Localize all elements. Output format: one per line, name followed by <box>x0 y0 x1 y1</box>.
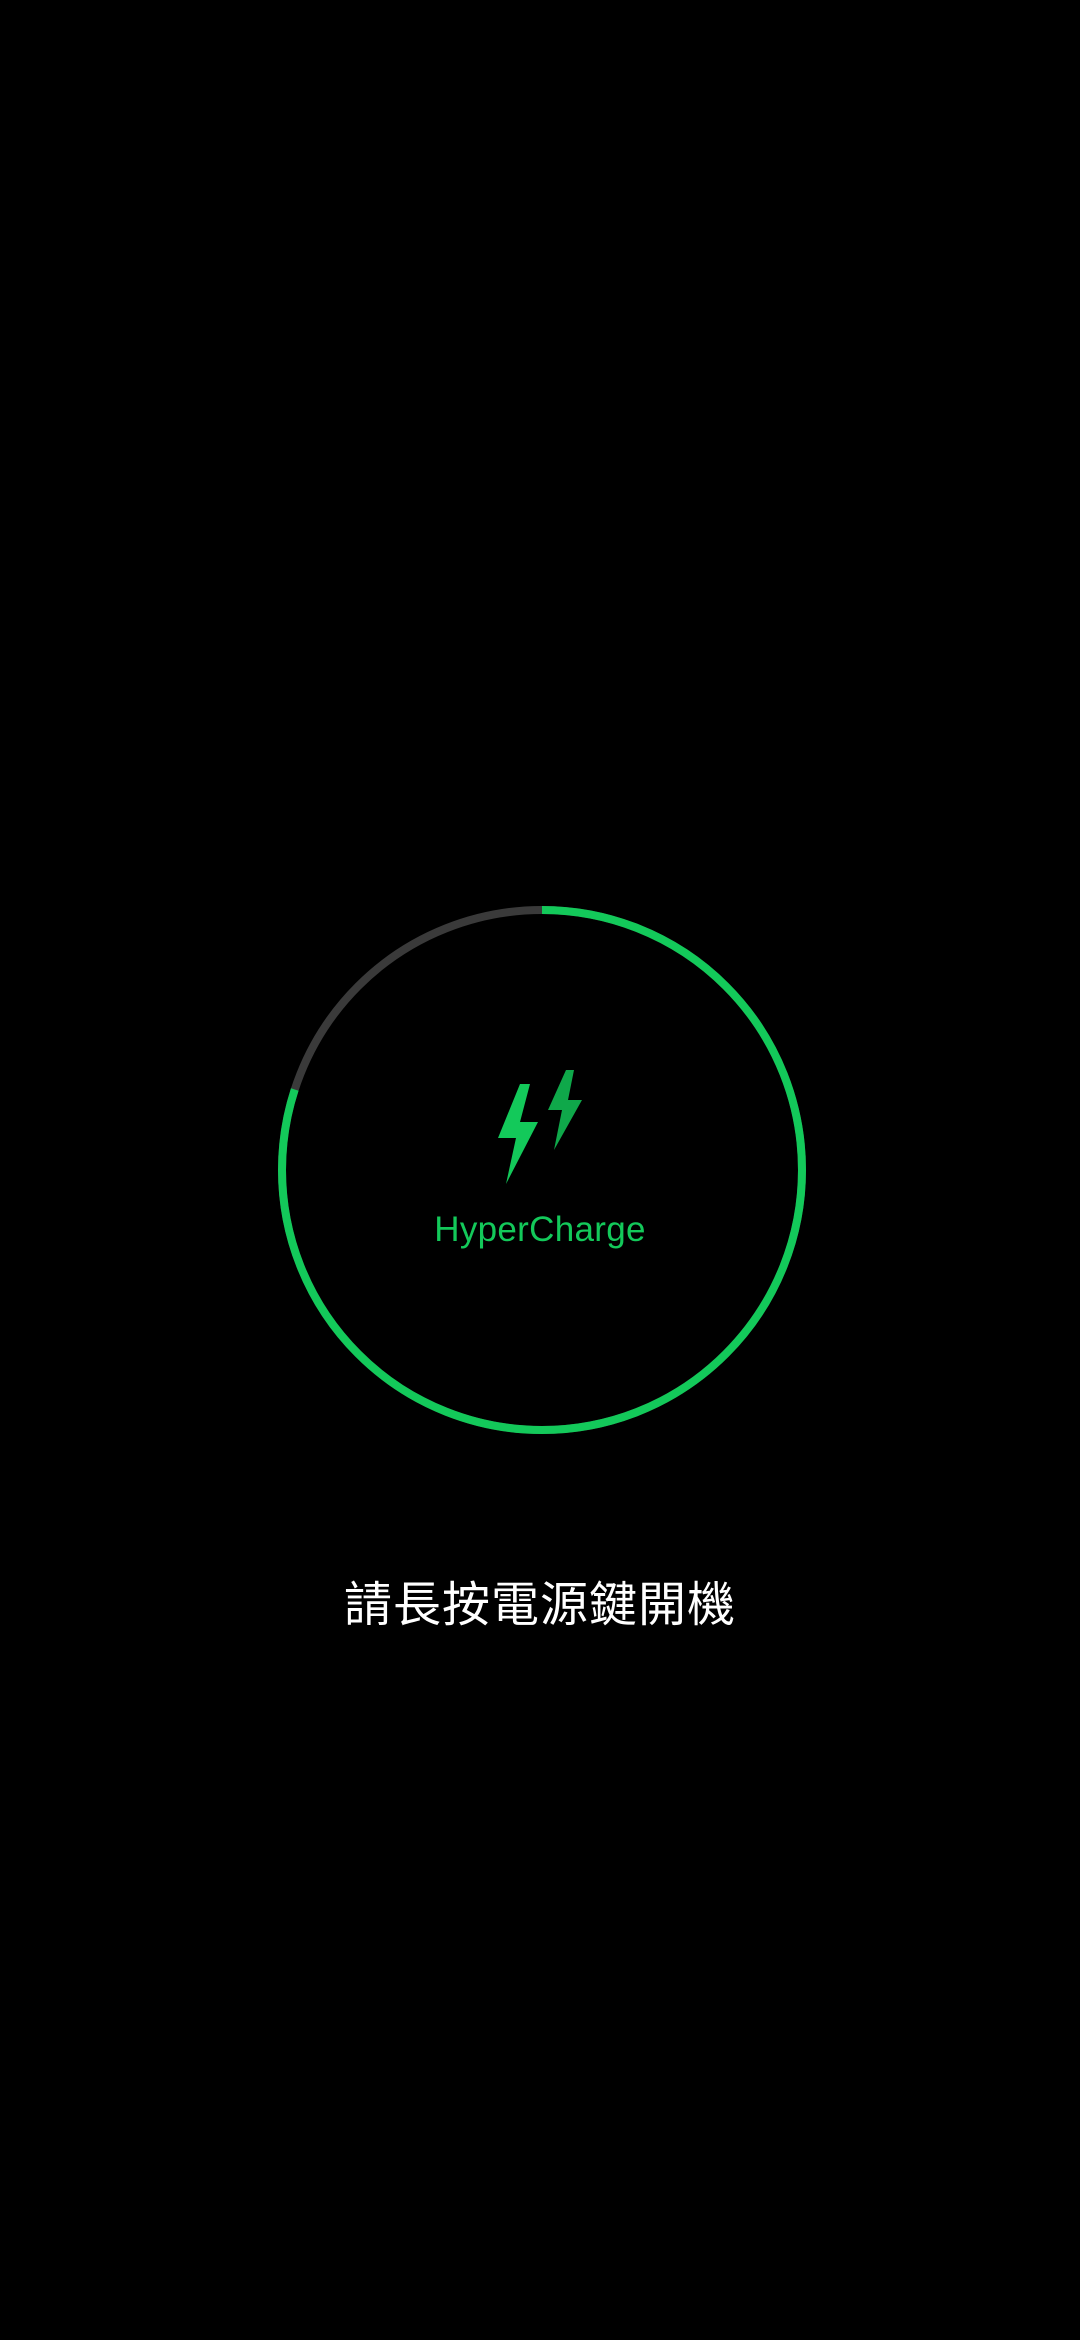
brand-label: HyperCharge <box>434 1210 646 1249</box>
power-on-instruction: 請長按電源鍵開機 <box>343 1577 736 1633</box>
lightning-bolt-right <box>548 1070 582 1150</box>
lightning-bolt-icon <box>498 1070 582 1184</box>
lightning-bolt-left <box>498 1084 538 1184</box>
